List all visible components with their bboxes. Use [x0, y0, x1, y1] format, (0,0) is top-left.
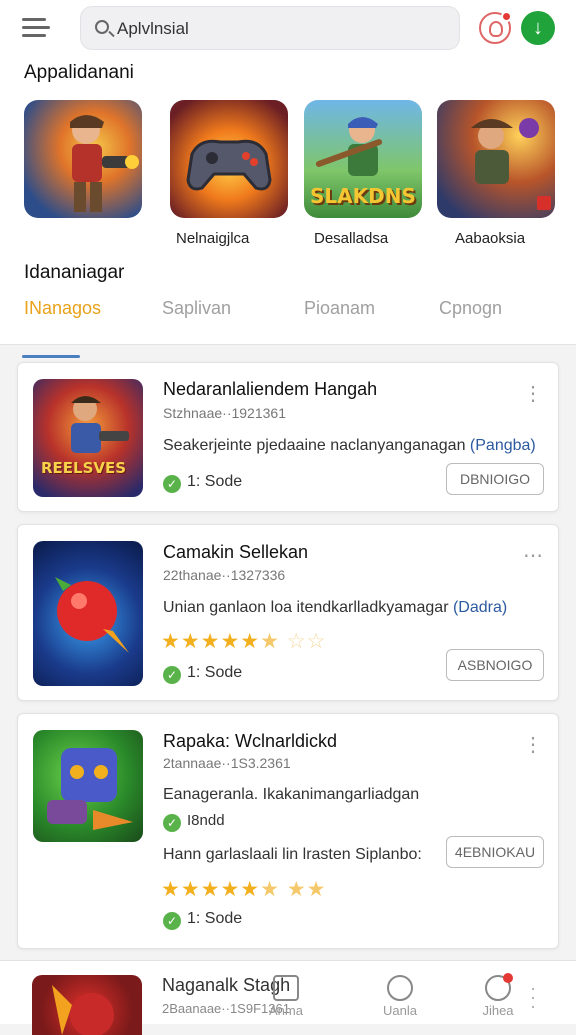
download-icon[interactable]: ↓: [521, 11, 555, 45]
app-card-2-button[interactable]: ASBNOIGO: [446, 649, 544, 681]
check-icon: ✓: [163, 666, 181, 684]
app-card-2-size: ✓ 1: Sode: [163, 664, 242, 684]
featured-app-2[interactable]: Nelnaigjlca: [170, 100, 290, 247]
nav-explore[interactable]: Uanla: [370, 975, 430, 1018]
app-card-3-desc2: Hann garlaslaali lin lrasten Siplanbo:: [163, 846, 422, 863]
app-card-3-thumb: [33, 730, 143, 842]
notification-icon[interactable]: [479, 11, 512, 44]
featured-app-3[interactable]: SLAKDNS Desalladsa: [304, 100, 424, 247]
home-icon: [273, 975, 299, 1001]
app-card-1-size: ✓ 1: Sode: [163, 473, 242, 493]
check-icon: ✓: [163, 912, 181, 930]
app-card-1-button[interactable]: DBNIOIGO: [446, 463, 544, 495]
featured-app-4[interactable]: Aabaoksia: [437, 100, 557, 247]
app-card-2-title: Camakin Sellekan: [163, 542, 309, 562]
search-bar[interactable]: [80, 6, 460, 50]
app-card-1-link[interactable]: (Pangba): [470, 437, 536, 454]
compass-icon: [387, 975, 413, 1001]
section-title: Idananiagar: [24, 262, 125, 283]
app-card-1-thumb-text: REELSVES: [41, 459, 127, 477]
app-card-2-rating: ★★★★★★ ☆☆: [161, 630, 327, 653]
tab-1[interactable]: INanagos: [24, 298, 101, 319]
app-card-3[interactable]: Rapaka: Wclnarldickd 2tannaae··1S3.2361 …: [17, 713, 559, 949]
app-card-3-size: ✓ 1: Sode: [163, 910, 242, 930]
featured-app-1[interactable]: [24, 100, 144, 218]
app-card-2-thumb: [33, 541, 143, 686]
app-card-2-desc: Unian ganlaon loa itendkarlladkyamagar (…: [163, 599, 508, 616]
tab-2[interactable]: Saplivan: [162, 298, 231, 319]
more-options-icon[interactable]: ⋯: [523, 543, 544, 568]
profile-badge: [503, 973, 513, 983]
nav-profile[interactable]: Jihea: [468, 973, 528, 1018]
profile-icon: [485, 973, 513, 1001]
app-card-1-meta: Stzhnaae··1921361: [163, 405, 286, 421]
check-icon: ✓: [163, 475, 181, 493]
hero-gunslinger-art: [70, 115, 139, 212]
featured-app-4-label: Aabaoksia: [455, 230, 526, 247]
featured-app-3-label: Desalladsa: [314, 230, 389, 247]
featured-app-3-badge: SLAKDNS: [310, 184, 416, 208]
tab-4[interactable]: Cpnogn: [439, 298, 502, 319]
app-card-4-thumb: [32, 975, 142, 1035]
more-options-icon[interactable]: · · ·: [530, 979, 540, 1015]
check-icon: ✓: [163, 814, 181, 832]
gamepad-art: [186, 139, 272, 191]
nav-home[interactable]: Anma: [256, 975, 316, 1018]
search-icon: [95, 20, 109, 34]
app-card-2[interactable]: Camakin Sellekan 22thanae··1327336 Unian…: [17, 524, 559, 701]
app-card-3-title: Rapaka: Wclnarldickd: [163, 731, 338, 751]
more-options-icon[interactable]: ⋮: [523, 381, 544, 406]
notification-badge: [501, 11, 512, 22]
app-card-3-meta: 2tannaae··1S3.2361: [163, 755, 291, 771]
app-card-1-thumb: REELSVES: [33, 379, 143, 497]
menu-icon[interactable]: [22, 18, 50, 38]
app-card-3-check: ✓ I8ndd: [163, 812, 225, 832]
tab-bar: INanagos Saplivan Pioanam Cpnogn: [0, 298, 576, 326]
featured-title: Appalidanani: [24, 62, 134, 83]
app-card-3-rating: ★★★★★★ ★★: [161, 878, 327, 901]
featured-app-2-label: Nelnaigjlca: [176, 230, 250, 247]
app-card-1[interactable]: REELSVES Nedaranlaliendem Hangah Stzhnaa…: [17, 362, 559, 512]
more-options-icon[interactable]: ⋮: [523, 732, 544, 757]
app-card-3-button[interactable]: 4EBNIOKAU: [446, 836, 544, 868]
tab-3[interactable]: Pioanam: [304, 298, 375, 319]
app-card-2-link[interactable]: (Dadra): [453, 599, 507, 616]
header-section: ↓ Appalidanani Nelnaigjlca: [0, 0, 576, 345]
app-card-1-title: Nedaranlaliendem Hangah: [163, 379, 378, 399]
tab-indicator: [22, 355, 80, 358]
app-card-2-meta: 22thanae··1327336: [163, 567, 286, 583]
app-card-3-desc: Eanageranla. Ikakanimangarliadgan: [163, 786, 420, 803]
search-input[interactable]: [117, 17, 447, 41]
cowboy-art: [471, 118, 551, 210]
bottom-bar: Naganalk Stagh 2Baanaae··1S9F1361 Anma U…: [0, 960, 576, 1035]
app-card-1-desc: Seakerjeinte pjedaaine naclanyanganagan …: [163, 437, 536, 454]
